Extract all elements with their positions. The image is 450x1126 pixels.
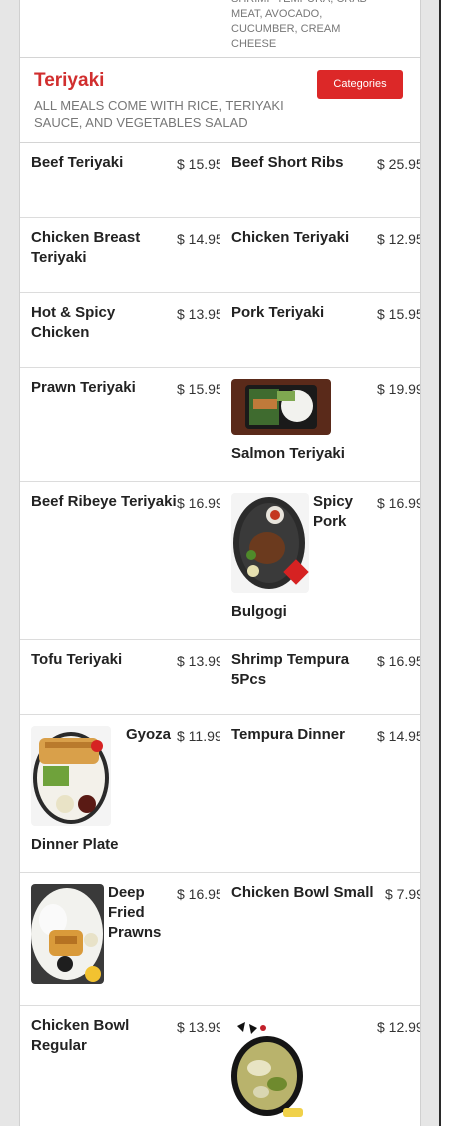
gyoza-dinner-plate-photo[interactable] [31, 726, 111, 826]
item-name: Deep [108, 884, 145, 901]
item-price: $ 14.95 [177, 231, 220, 247]
item-price: $ 13.95 [177, 306, 220, 322]
item-price: $ 11.99 [177, 728, 220, 744]
item-price: $ 25.95 [377, 156, 420, 172]
item-name: Chicken Breast Teriyaki [31, 229, 141, 266]
item-name: Dinner Plate [31, 836, 119, 853]
menu-item[interactable]: Salmon Teriyaki $ 19.99 [220, 368, 420, 481]
item-name: Salmon Teriyaki [231, 445, 345, 462]
menu-frame: SHRIMP TEMPURA, CRAB MEAT, AVOCADO, CUCU… [19, 0, 421, 1126]
categories-button[interactable]: Categories [317, 70, 403, 99]
item-name: Gyoza [126, 726, 172, 743]
category-description: ALL MEALS COME WITH RICE, TERIYAKI SAUCE… [34, 98, 284, 130]
item-name: Chicken Bowl Regular [31, 1017, 130, 1054]
menu-item[interactable]: Tofu Teriyaki $ 13.99 [20, 640, 220, 714]
previous-item-description: SHRIMP TEMPURA, CRAB MEAT, AVOCADO, CUCU… [231, 0, 367, 50]
item-price: $ 15.95 [377, 306, 420, 322]
item-price: $ 16.95 [377, 653, 420, 669]
item-name: Hot & Spicy Chicken [31, 304, 116, 341]
menu-item[interactable]: Spicy Pork Bulgogi $ 16.99 [220, 482, 420, 639]
item-price: $ 16.99 [177, 495, 220, 511]
item-price: $ 14.95 [377, 728, 420, 744]
menu-item[interactable]: Prawn Teriyaki $ 15.95 [20, 368, 220, 481]
item-name: Tempura Dinner [231, 726, 345, 743]
menu-row: Tofu Teriyaki $ 13.99 Shrimp Tempura 5Pc… [20, 640, 420, 715]
menu-row: Beef Ribeye Teriyaki $ 16.99 Spicy Pork [20, 482, 420, 640]
menu-row: Gyoza Dinner Plate $ 11.99 Tempura Dinne… [20, 715, 420, 873]
item-price: $ 15.95 [177, 381, 220, 397]
item-name: Prawns [108, 924, 162, 941]
item-price: $ 7.99 [385, 886, 420, 902]
item-price: $ 13.99 [177, 653, 220, 669]
item-name: Chicken Bowl Small [231, 884, 374, 901]
menu-item[interactable]: Chicken Breast Teriyaki $ 14.95 [20, 218, 220, 292]
menu-item[interactable]: Chicken Bowl Regular $ 13.99 [20, 1006, 220, 1126]
menu-item[interactable]: Gyoza Dinner Plate $ 11.99 [20, 715, 220, 872]
menu-item[interactable]: Beef Ribeye Teriyaki $ 16.99 [20, 482, 220, 639]
menu-item[interactable]: Deep Fried Prawns $ 16.95 [20, 873, 220, 1005]
item-price: $ 16.99 [377, 495, 420, 511]
menu-row: Deep Fried Prawns $ 16.95 Chicken Bowl S… [20, 873, 420, 1006]
menu-row: Prawn Teriyaki $ 15.95 Salmon Teriyaki $… [20, 368, 420, 482]
menu-item[interactable]: $ 12.99 [220, 1006, 420, 1126]
item-name: Beef Teriyaki [31, 154, 124, 171]
spicy-pork-bulgogi-photo[interactable] [231, 493, 309, 593]
menu-row: Chicken Bowl Regular $ 13.99 $ 12.99 [20, 1006, 420, 1126]
item-price: $ 12.99 [377, 1019, 420, 1035]
item-price: $ 16.95 [177, 886, 220, 902]
menu-item[interactable]: Chicken Bowl Small $ 7.99 [220, 873, 420, 1005]
item-name: Spicy [313, 493, 354, 510]
item-name: Pork Teriyaki [231, 304, 325, 321]
item-price: $ 13.99 [177, 1019, 220, 1035]
item-name: Bulgogi [231, 603, 287, 620]
menu-row: Chicken Breast Teriyaki $ 14.95 Chicken … [20, 218, 420, 293]
deep-fried-prawns-photo[interactable] [31, 884, 104, 984]
page-edge-background [441, 0, 450, 1126]
previous-category-card: SHRIMP TEMPURA, CRAB MEAT, AVOCADO, CUCU… [20, 0, 420, 58]
item-name: Fried [108, 904, 145, 921]
menu-item[interactable]: Pork Teriyaki $ 15.95 [220, 293, 420, 367]
item-name: Pork [313, 513, 347, 530]
item-name: Prawn Teriyaki [31, 379, 136, 396]
item-name: Beef Ribeye Teriyaki [31, 493, 177, 510]
item-price: $ 19.99 [377, 381, 420, 397]
item-price: $ 15.95 [177, 156, 220, 172]
item-name: Tofu Teriyaki [31, 651, 123, 668]
category-title: Teriyaki [34, 70, 105, 91]
salmon-teriyaki-photo[interactable] [231, 379, 331, 435]
menu-item[interactable]: Beef Short Ribs $ 25.95 [220, 143, 420, 217]
menu-item[interactable]: Beef Teriyaki $ 15.95 [20, 143, 220, 217]
menu-item[interactable]: Chicken Teriyaki $ 12.95 [220, 218, 420, 292]
item-price: $ 12.95 [377, 231, 420, 247]
menu-item[interactable]: Shrimp Tempura 5Pcs $ 16.95 [220, 640, 420, 714]
stir-fry-bowl-photo[interactable] [231, 1020, 304, 1118]
category-header: Teriyaki ALL MEALS COME WITH RICE, TERIY… [20, 58, 420, 143]
menu-item[interactable]: Tempura Dinner $ 14.95 [220, 715, 420, 872]
menu-row: Hot & Spicy Chicken $ 13.95 Pork Teriyak… [20, 293, 420, 368]
item-name: Shrimp Tempura 5Pcs [231, 651, 350, 688]
menu-item[interactable]: Hot & Spicy Chicken $ 13.95 [20, 293, 220, 367]
item-name: Chicken Teriyaki [231, 229, 350, 246]
menu-row: Beef Teriyaki $ 15.95 Beef Short Ribs $ … [20, 143, 420, 218]
item-name: Beef Short Ribs [231, 154, 344, 171]
